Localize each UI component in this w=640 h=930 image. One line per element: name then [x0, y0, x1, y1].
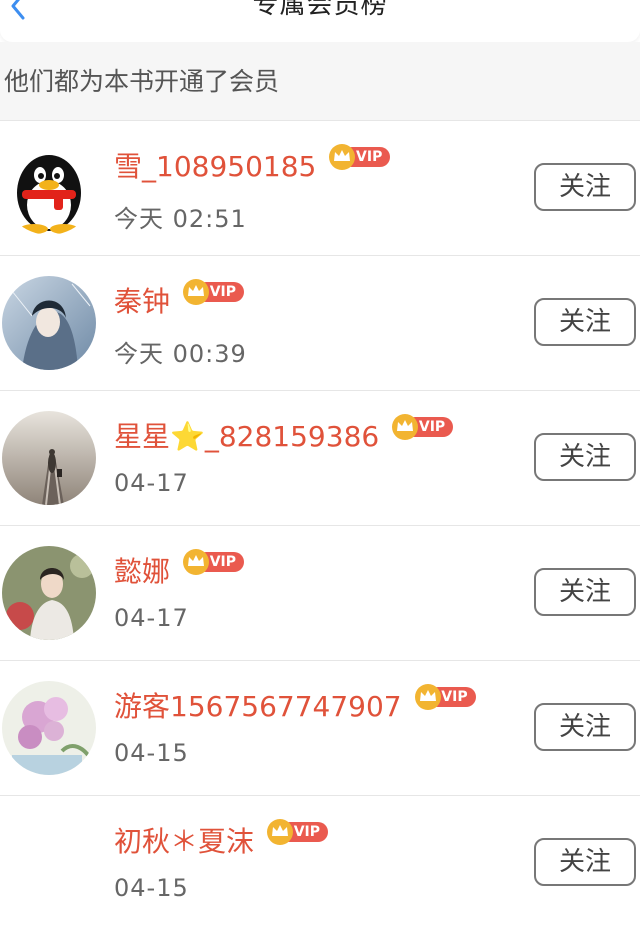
- member-time: 04-17: [114, 469, 189, 497]
- avatar-photo: [2, 816, 96, 910]
- member-name[interactable]: 星星⭐_828159386: [114, 417, 379, 457]
- member-row[interactable]: 雪_108950185 VIP 今天 02:51 关注: [0, 120, 640, 255]
- avatar[interactable]: [2, 816, 96, 910]
- avatar[interactable]: [2, 276, 96, 370]
- avatar[interactable]: [2, 411, 96, 505]
- crown-icon: [392, 414, 419, 440]
- vip-badge: VIP: [414, 683, 476, 711]
- vip-badge: VIP: [266, 818, 329, 846]
- vip-badge: VIP: [391, 413, 454, 441]
- avatar[interactable]: [2, 681, 96, 775]
- member-name[interactable]: 初秋＊夏沫: [114, 822, 254, 862]
- follow-button[interactable]: 关注: [534, 298, 636, 346]
- subheader-text: 他们都为本书开通了会员: [4, 67, 280, 96]
- crown-icon: [267, 819, 294, 845]
- member-row[interactable]: 游客1567567747907 VIP 04-15 关注: [0, 660, 640, 795]
- avatar-photo: [2, 546, 96, 640]
- follow-button[interactable]: 关注: [534, 163, 636, 211]
- follow-button[interactable]: 关注: [534, 838, 636, 886]
- follow-button[interactable]: 关注: [534, 703, 636, 751]
- member-time: 04-17: [114, 604, 189, 632]
- member-list: 雪_108950185 VIP 今天 02:51 关注 秦钟 VIP 今天 00…: [0, 120, 640, 930]
- member-row[interactable]: 星星⭐_828159386 VIP 04-17 关注: [0, 390, 640, 525]
- member-name[interactable]: 懿娜: [114, 552, 170, 592]
- vip-badge: VIP: [182, 548, 245, 576]
- member-row[interactable]: 初秋＊夏沫 VIP 04-15 关注: [0, 795, 640, 930]
- member-name[interactable]: 雪_108950185: [114, 147, 316, 187]
- member-row[interactable]: 懿娜 VIP 04-17 关注: [0, 525, 640, 660]
- qq-penguin-icon: [2, 141, 96, 235]
- follow-button[interactable]: 关注: [534, 568, 636, 616]
- follow-button[interactable]: 关注: [534, 433, 636, 481]
- vip-badge: VIP: [182, 278, 245, 306]
- member-name[interactable]: 游客1567567747907: [114, 687, 402, 727]
- crown-icon: [414, 684, 441, 710]
- avatar[interactable]: [2, 141, 96, 235]
- crown-icon: [183, 549, 210, 575]
- vip-badge: VIP: [328, 143, 391, 171]
- member-row[interactable]: 秦钟 VIP 今天 00:39 关注: [0, 255, 640, 390]
- member-time: 今天 00:39: [114, 340, 247, 368]
- subheader: 他们都为本书开通了会员: [0, 42, 640, 120]
- member-time: 04-15: [114, 739, 189, 767]
- avatar-photo: [2, 276, 96, 370]
- member-time: 今天 02:51: [114, 205, 247, 233]
- top-bar: 专属会员榜: [0, 0, 640, 42]
- crown-icon: [329, 144, 356, 170]
- member-name[interactable]: 秦钟: [114, 282, 170, 322]
- page-title: 专属会员榜: [252, 0, 388, 20]
- crown-icon: [183, 279, 210, 305]
- avatar-photo: [2, 681, 96, 775]
- avatar[interactable]: [2, 546, 96, 640]
- member-time: 04-15: [114, 874, 189, 902]
- avatar-photo: [2, 411, 96, 505]
